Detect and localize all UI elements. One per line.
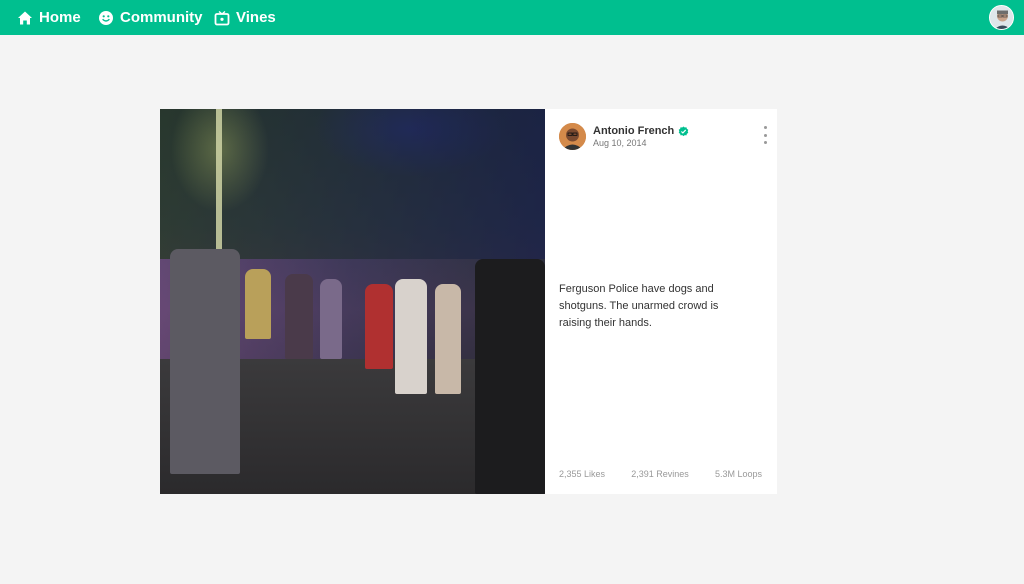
post-date: Aug 10, 2014 [593,138,647,148]
top-navigation-bar: Home Community Vines [0,0,1024,35]
nav-home-label: Home [39,9,81,26]
post-stats: 2,355 Likes 2,391 Revines 5.3M Loops [559,469,762,479]
home-icon [18,11,32,24]
smiley-icon [99,10,113,25]
post-card: Antonio French Aug 10, 2014 Ferguson Pol… [160,109,777,494]
more-dot [763,133,767,137]
video-scene-figure [395,279,427,394]
video-scene-figure [365,284,393,369]
video-scene-figure [320,279,342,359]
video-scene-figure [435,284,461,394]
author-avatar[interactable] [559,123,586,150]
post-caption: Ferguson Police have dogs and shotguns. … [559,283,719,329]
video-scene-figure [245,269,271,339]
loops-count: 5.3M Loops [714,469,762,479]
nav-home[interactable]: Home [17,0,81,35]
tv-icon [214,10,230,25]
post-video[interactable] [160,109,545,494]
likes-count[interactable]: 2,355 Likes [559,469,605,479]
more-dot [763,126,767,129]
user-avatar-image [990,6,1013,29]
nav-community[interactable]: Community [98,0,203,35]
author-name[interactable]: Antonio French [593,125,689,137]
author-name-text: Antonio French [593,125,675,137]
nav-vines[interactable]: Vines [214,0,276,35]
nav-vines-label: Vines [236,9,276,26]
author-avatar-image [559,123,586,150]
more-dot [763,141,767,144]
video-scene-figure [170,249,240,474]
more-options-icon[interactable] [762,126,768,144]
video-scene-figure [475,259,545,494]
verified-badge-icon [679,125,689,136]
video-scene-figure [285,274,313,359]
nav-community-label: Community [120,9,203,26]
revines-count[interactable]: 2,391 Revines [631,469,689,479]
post-info-panel: Antonio French Aug 10, 2014 Ferguson Pol… [545,109,777,494]
user-avatar[interactable] [989,5,1014,30]
